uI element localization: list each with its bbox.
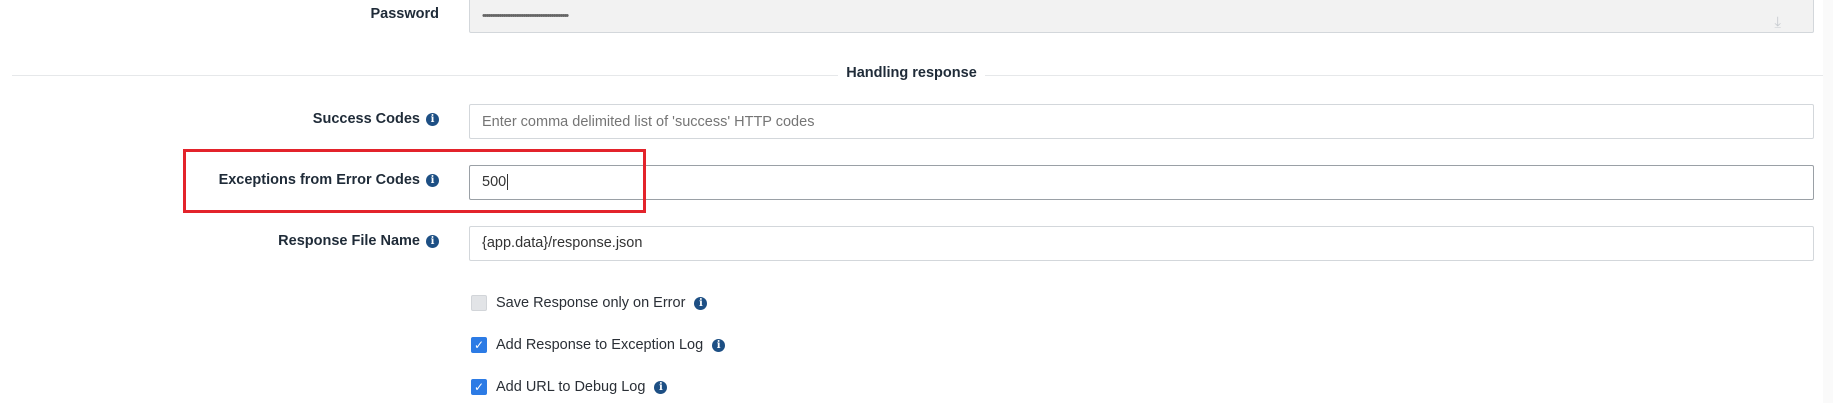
success-codes-label: Success Codes i xyxy=(313,111,439,127)
checkbox-checked-icon[interactable]: ✓ xyxy=(471,337,487,353)
checkbox-add-response-to-exception-log[interactable]: ✓ Add Response to Exception Log i xyxy=(471,337,726,353)
response-file-input[interactable]: {app.data}/response.json xyxy=(469,226,1814,261)
info-circle-icon[interactable]: i xyxy=(426,112,439,126)
download-icon[interactable]: ⤓ xyxy=(1774,6,1781,32)
password-value: ••••••••••••••••••••••••••••••••••••••••… xyxy=(482,10,569,22)
scrollbar-track[interactable] xyxy=(1823,0,1833,403)
checkbox-label: Add Response to Exception Log xyxy=(496,337,704,353)
checkbox-checked-icon[interactable]: ✓ xyxy=(471,379,487,395)
checkbox-add-url-to-debug-log[interactable]: ✓ Add URL to Debug Log i xyxy=(471,379,668,395)
info-circle-icon[interactable]: i xyxy=(426,234,439,248)
response-file-label-text: Response File Name xyxy=(278,233,420,249)
response-file-label: Response File Name i xyxy=(278,233,439,249)
exceptions-input[interactable]: 500 xyxy=(469,165,1814,200)
info-circle-icon[interactable]: i xyxy=(694,296,708,310)
section-title: Handling response xyxy=(0,65,1823,81)
checkbox-label: Save Response only on Error xyxy=(496,295,686,311)
checkbox-label: Add URL to Debug Log xyxy=(496,379,646,395)
success-codes-label-text: Success Codes xyxy=(312,111,420,127)
response-file-value: {app.data}/response.json xyxy=(482,235,643,251)
checkbox-save-response-on-error[interactable]: Save Response only on Error i xyxy=(471,295,708,311)
info-circle-icon[interactable]: i xyxy=(712,338,726,352)
password-label: Password xyxy=(371,6,440,22)
section-title-text: Handling response xyxy=(838,65,985,81)
checkbox-unchecked-icon[interactable] xyxy=(471,295,487,311)
info-circle-icon[interactable]: i xyxy=(654,380,668,394)
success-codes-input[interactable] xyxy=(469,104,1814,139)
password-field[interactable]: ••••••••••••••••••••••••••••••••••••••••… xyxy=(469,0,1814,33)
password-label-text: Password xyxy=(370,6,440,22)
highlight-annotation-box xyxy=(183,149,646,213)
